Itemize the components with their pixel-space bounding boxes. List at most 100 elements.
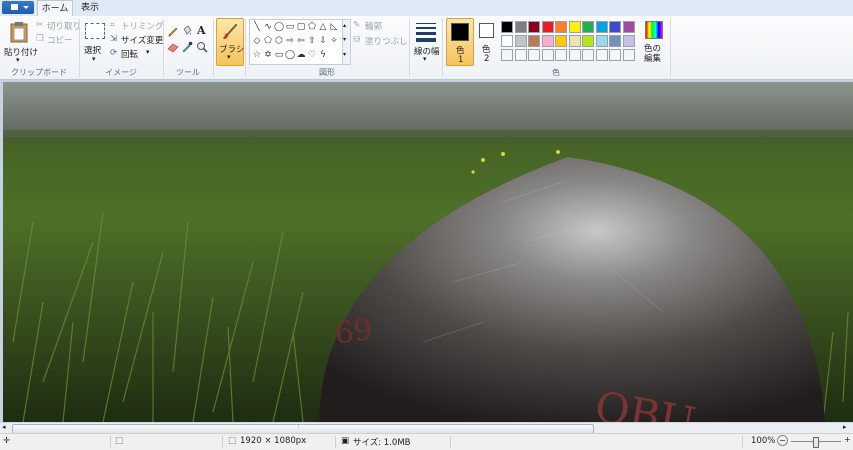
copy-button[interactable]: ❐ コピー (36, 34, 78, 46)
magnifier-tool[interactable] (196, 41, 208, 53)
ribbon: 貼り付け ▾ ✂ 切り取り ❐ コピー クリップボード 選択 ▾ ⌗ トリミング… (0, 16, 853, 80)
color1-button[interactable]: 色 1 (446, 18, 474, 66)
up-arrow-shape-icon[interactable]: ⇧ (307, 36, 317, 46)
select-button[interactable]: 選択 ▾ (83, 19, 107, 65)
palette-custom-swatch[interactable] (595, 49, 608, 61)
palette-custom-swatch[interactable] (528, 49, 540, 61)
palette-color-swatch[interactable] (568, 21, 581, 33)
color-picker-tool[interactable] (181, 41, 193, 53)
eraser-tool[interactable] (167, 41, 179, 53)
palette-color-swatch[interactable] (528, 21, 540, 33)
palette-color-swatch[interactable] (582, 35, 594, 47)
callout-cloud-shape-icon[interactable]: ☁ (296, 50, 306, 60)
resize-button[interactable]: ⇲ サイズ変更 (110, 34, 164, 46)
palette-custom-swatch[interactable] (568, 49, 581, 61)
fill-button[interactable]: ⛁ 塗りつぶし (353, 35, 408, 47)
palette-color-swatch[interactable] (541, 35, 554, 47)
canvas-image[interactable]: 69 OBU (3, 82, 853, 422)
rounded-rectangle-shape-icon[interactable]: ▢ (296, 22, 306, 32)
selection-size-icon: ⬚ (115, 436, 124, 446)
right-arrow-shape-icon[interactable]: ⇨ (285, 36, 295, 46)
palette-color-swatch[interactable] (609, 21, 621, 33)
copy-icon: ❐ (36, 34, 44, 44)
line-shape-icon[interactable]: ╲ (252, 22, 262, 32)
divider (450, 436, 451, 448)
scroll-left-icon[interactable]: ◂ (2, 423, 6, 431)
palette-color-swatch[interactable] (582, 21, 594, 33)
text-tool[interactable]: A (196, 24, 208, 37)
palette-color-swatch[interactable] (541, 21, 554, 33)
divider (670, 19, 671, 77)
color2-button[interactable]: 色 2 (476, 18, 498, 64)
zoom-slider[interactable] (791, 437, 841, 448)
callout-oval-shape-icon[interactable]: ◯ (285, 50, 295, 60)
palette-color-swatch[interactable] (622, 21, 635, 33)
shapes-scroll[interactable]: ▴ ▾ ▾ (342, 19, 351, 65)
palette-color-swatch[interactable] (501, 35, 513, 47)
outline-button[interactable]: ✎ 輪郭 (353, 20, 403, 32)
palette-custom-swatch[interactable] (555, 49, 567, 61)
pentagon-shape-icon[interactable]: ⬠ (263, 36, 273, 46)
clipboard-icon (10, 22, 28, 43)
curve-shape-icon[interactable]: ∿ (263, 22, 273, 32)
brush-button[interactable]: ブラシ ▾ (216, 18, 244, 66)
crop-label: トリミング (121, 22, 164, 32)
palette-color-swatch[interactable] (514, 35, 527, 47)
zoom-out-button[interactable]: − (777, 435, 788, 446)
rectangle-shape-icon[interactable]: ▭ (285, 22, 295, 32)
cursor-position-icon: ✛ (3, 436, 11, 446)
star5-shape-icon[interactable]: ☆ (252, 50, 262, 60)
photo-scene: 69 OBU (3, 82, 853, 422)
palette-custom-swatch[interactable] (622, 49, 635, 61)
lightning-shape-icon[interactable]: ϟ (318, 50, 328, 60)
palette-color-swatch[interactable] (555, 35, 567, 47)
cut-label: 切り取り (47, 22, 82, 32)
rotate-button[interactable]: ⟳ 回転 ▾ (110, 48, 160, 60)
fill-tool[interactable] (181, 25, 193, 37)
palette-color-swatch[interactable] (595, 35, 608, 47)
chevron-down-icon: ▾ (92, 55, 96, 63)
palette-color-swatch[interactable] (514, 21, 527, 33)
left-arrow-shape-icon[interactable]: ⇦ (296, 36, 306, 46)
crop-button[interactable]: ⌗ トリミング (110, 20, 164, 32)
palette-color-swatch[interactable] (568, 35, 581, 47)
pencil-tool[interactable] (167, 25, 179, 37)
palette-custom-swatch[interactable] (609, 49, 621, 61)
hexagon-shape-icon[interactable]: ⬡ (274, 36, 284, 46)
palette-color-swatch[interactable] (622, 35, 635, 47)
zoom-slider-thumb[interactable] (813, 437, 819, 448)
file-menu-button[interactable] (2, 1, 34, 14)
palette-custom-swatch[interactable] (514, 49, 527, 61)
edit-colors-button[interactable]: 色の 編集 (641, 19, 667, 65)
palette-color-swatch[interactable] (501, 21, 513, 33)
diamond-shape-icon[interactable]: ◇ (252, 36, 262, 46)
paste-button[interactable]: 貼り付け ▾ (3, 19, 38, 65)
outline-label: 輪郭 (365, 22, 383, 32)
tab-view[interactable]: 表示 (75, 0, 105, 16)
palette-color-swatch[interactable] (609, 35, 621, 47)
cut-button[interactable]: ✂ 切り取り (36, 20, 82, 32)
star6-shape-icon[interactable]: ✡ (263, 50, 273, 60)
oval-shape-icon[interactable]: ◯ (274, 22, 284, 32)
size-button[interactable]: 線の幅 ▾ (412, 19, 440, 65)
star4-shape-icon[interactable]: ✧ (329, 36, 339, 46)
palette-custom-swatch[interactable] (501, 49, 513, 61)
divider (335, 436, 336, 448)
right-triangle-shape-icon[interactable]: ◺ (329, 22, 339, 32)
rotate-label: 回転 (121, 50, 139, 60)
chevron-up-icon: ▴ (343, 22, 347, 29)
scroll-right-icon[interactable]: ▸ (843, 423, 847, 431)
triangle-shape-icon[interactable]: △ (318, 22, 328, 32)
palette-color-swatch[interactable] (528, 35, 540, 47)
resize-label: サイズ変更 (121, 36, 164, 46)
palette-color-swatch[interactable] (595, 21, 608, 33)
palette-custom-swatch[interactable] (541, 49, 554, 61)
heart-shape-icon[interactable]: ♡ (307, 50, 317, 60)
shapes-gallery[interactable]: ╲ ∿ ◯ ▭ ▢ ⬠ △ ◺ ◇ ⬠ ⬡ ⇨ ⇦ ⇧ ⇩ ✧ ☆ ✡ ▭ ◯ … (249, 19, 343, 65)
zoom-in-button[interactable]: + (844, 435, 851, 444)
down-arrow-shape-icon[interactable]: ⇩ (318, 36, 328, 46)
polygon-shape-icon[interactable]: ⬠ (307, 22, 317, 32)
palette-color-swatch[interactable] (555, 21, 567, 33)
palette-custom-swatch[interactable] (582, 49, 594, 61)
callout-rect-shape-icon[interactable]: ▭ (274, 50, 284, 60)
